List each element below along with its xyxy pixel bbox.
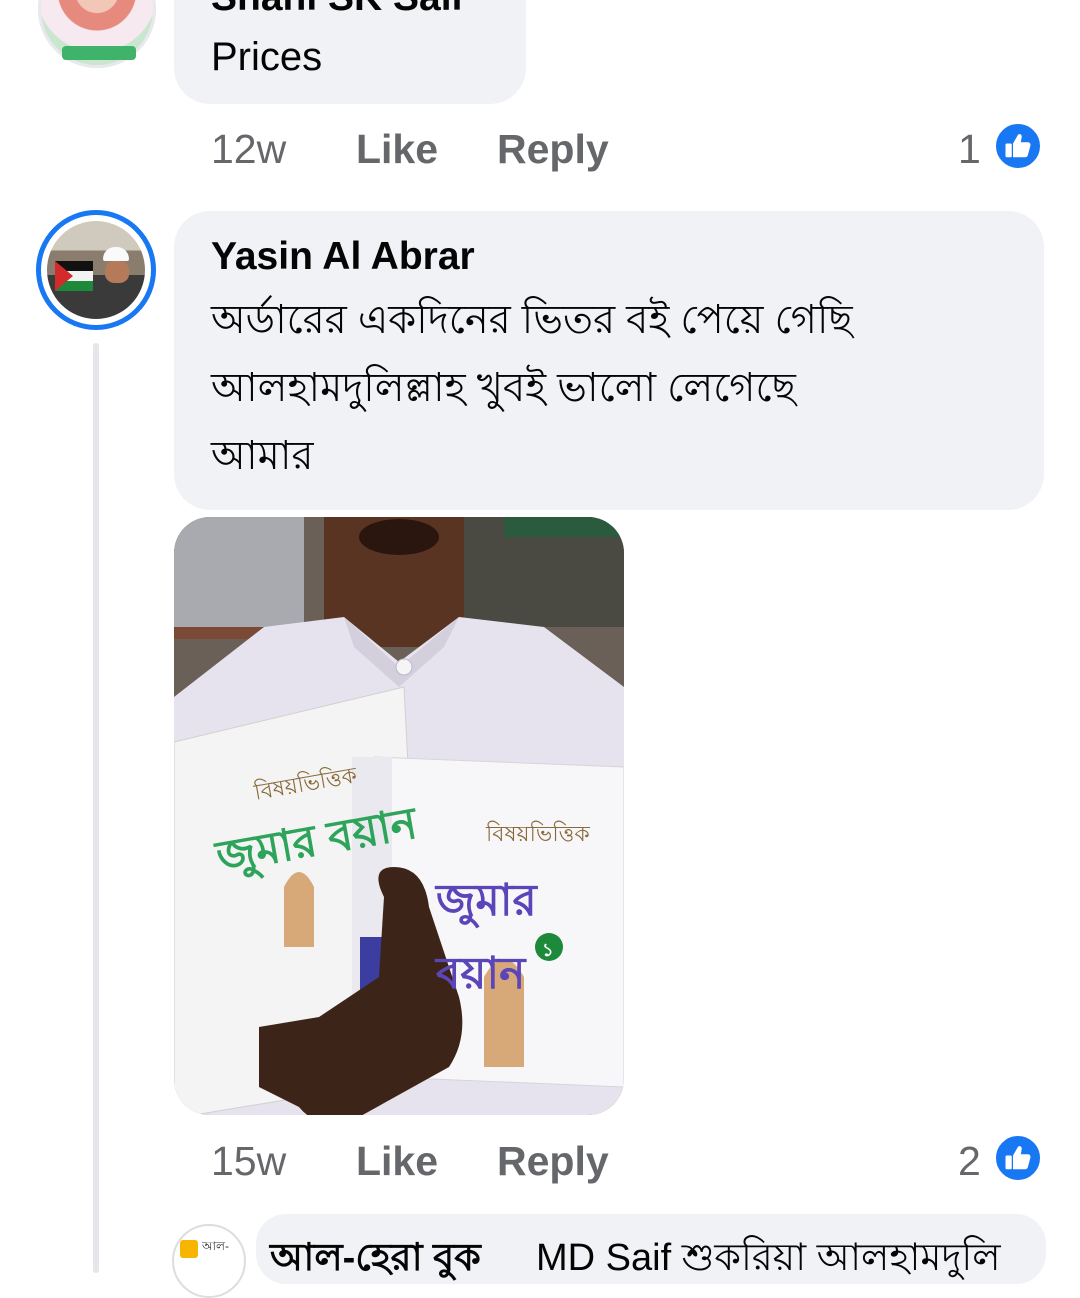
book-subtitle: বিষয়ভিত্তিক (486, 821, 590, 846)
commenter-avatar[interactable] (36, 210, 156, 330)
comment-text: Prices (211, 35, 323, 79)
commenter-avatar[interactable] (38, 0, 156, 68)
reply-button[interactable]: Reply (497, 126, 609, 173)
comment-author[interactable]: Shahi SK Sali (211, 0, 462, 20)
comment-text-line: আলহামদুলিল্লাহ খুবই ভালো লেগেছে (211, 366, 796, 410)
comment-author[interactable]: Yasin Al Abrar (211, 235, 475, 279)
page-avatar[interactable]: আল- (172, 1224, 246, 1298)
comment-photo[interactable]: বিষয়ভিত্তিক জুমার বয়ান বিষয়ভিত্তিক জু… (174, 517, 624, 1115)
reaction-count[interactable]: 1 (958, 126, 981, 173)
comment-time[interactable]: 15w (211, 1138, 286, 1185)
thread-line (93, 343, 99, 1273)
reply-button[interactable]: Reply (497, 1138, 609, 1185)
thumbs-up-icon[interactable] (993, 121, 1043, 171)
reply-author[interactable]: আল-হেরা বুক (270, 1228, 481, 1292)
like-button[interactable]: Like (356, 1138, 438, 1185)
reaction-count[interactable]: 2 (958, 1138, 981, 1185)
avatar-text: আল- (202, 1239, 229, 1253)
like-button[interactable]: Like (356, 126, 438, 173)
comment-text-line: আমার (211, 434, 314, 478)
book-volume: ১ (542, 940, 554, 960)
comment-text-line: অর্ডারের একদিনের ভিতর বই পেয়ে গেছি (211, 298, 853, 342)
book-title: জুমার বয়ান (436, 876, 537, 998)
thumbs-up-icon[interactable] (993, 1133, 1043, 1183)
comment-time[interactable]: 12w (211, 126, 286, 173)
reply-text: MD Saif শুকরিয়া আলহামদুলি (536, 1237, 1001, 1279)
